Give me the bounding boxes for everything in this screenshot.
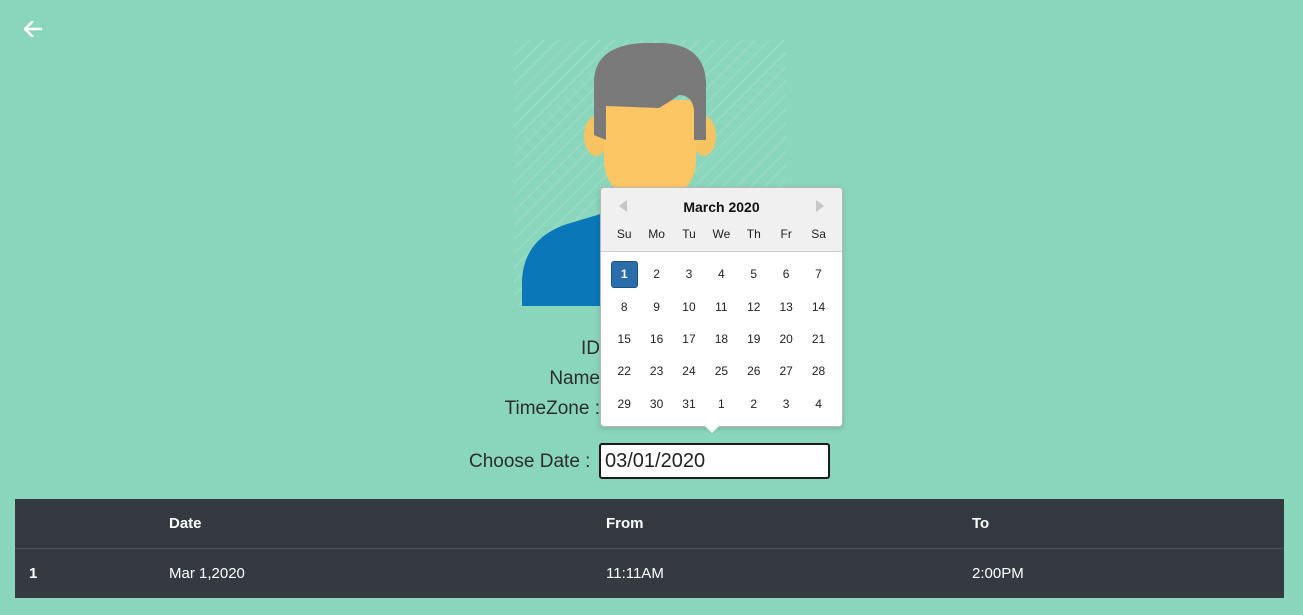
calendar-day[interactable]: 3 (673, 258, 705, 290)
calendar-week: 15 16 17 18 19 20 21 (608, 323, 835, 355)
calendar-day[interactable]: 9 (640, 290, 672, 322)
row-from: 11:11AM (606, 565, 664, 582)
calendar-day[interactable]: 16 (640, 323, 672, 355)
table-row: 1 Mar 1,2020 11:11AM 2:00PM (15, 549, 1284, 598)
calendar-week: 8 9 10 11 12 13 14 (608, 290, 835, 322)
calendar-day[interactable]: 26 (738, 355, 770, 387)
calendar-day[interactable]: 21 (802, 323, 834, 355)
name-label: Name (549, 368, 600, 389)
calendar-day[interactable]: 1 (705, 388, 737, 420)
calendar-day[interactable]: 17 (673, 323, 705, 355)
calendar-day[interactable]: 19 (738, 323, 770, 355)
calendar-day[interactable]: 14 (802, 290, 834, 322)
calendar-day[interactable]: 4 (705, 258, 737, 290)
weekday-label: We (712, 227, 731, 241)
calendar-day[interactable]: 11 (705, 290, 737, 322)
calendar-day[interactable]: 28 (802, 355, 834, 387)
calendar-grid: 1 2 3 4 5 6 7 8 9 10 11 12 13 14 15 16 17 18 19 20 21 22 23 24 2… (608, 258, 835, 420)
calendar-day[interactable]: 27 (770, 355, 802, 387)
row-date: Mar 1,2020 (169, 565, 245, 582)
calendar-day[interactable]: 18 (705, 323, 737, 355)
header-date: Date (169, 515, 202, 532)
calendar-day[interactable]: 3 (770, 388, 802, 420)
calendar-day[interactable]: 30 (640, 388, 672, 420)
calendar-day[interactable]: 6 (770, 258, 802, 290)
row-to: 2:00PM (972, 565, 1024, 582)
next-month-icon[interactable] (812, 198, 828, 214)
calendar-day[interactable]: 31 (673, 388, 705, 420)
id-label: ID (581, 338, 600, 359)
datepicker-popup: March 2020 Su Mo Tu We Th Fr Sa 12345678… (600, 187, 843, 427)
calendar-day[interactable]: 5 (738, 258, 770, 290)
weekday-label: Tu (682, 227, 696, 241)
calendar-day[interactable]: 10 (673, 290, 705, 322)
calendar-day[interactable]: 25 (705, 355, 737, 387)
calendar-week: 29 30 31 1 2 3 4 (608, 388, 835, 420)
choose-date-label: Choose Date : (469, 451, 591, 472)
calendar-week: 1234567 (608, 258, 835, 290)
weekday-label: Sa (811, 227, 826, 241)
calendar-day[interactable]: 1 (610, 260, 638, 288)
calendar-day[interactable]: 2 (640, 258, 672, 290)
datepicker-caret (704, 425, 720, 433)
weekday-row: Su Mo Tu We Th Fr Sa (608, 227, 835, 241)
date-input[interactable] (599, 443, 830, 479)
calendar-day[interactable]: 22 (608, 355, 640, 387)
datepicker-header: March 2020 Su Mo Tu We Th Fr Sa (601, 188, 842, 252)
calendar-week: 22 23 24 25 26 27 28 (608, 355, 835, 387)
row-index: 1 (29, 565, 38, 582)
calendar-day[interactable]: 20 (770, 323, 802, 355)
calendar-day[interactable]: 24 (673, 355, 705, 387)
calendar-day[interactable]: 29 (608, 388, 640, 420)
calendar-day[interactable]: 13 (770, 290, 802, 322)
weekday-label: Fr (780, 227, 792, 241)
back-arrow-icon[interactable] (22, 18, 44, 40)
calendar-day[interactable]: 8 (608, 290, 640, 322)
table-header: Date From To (15, 499, 1284, 549)
schedule-table: Date From To 1 Mar 1,2020 11:11AM 2:00PM (15, 499, 1284, 598)
header-to: To (972, 515, 990, 532)
calendar-day[interactable]: 2 (738, 388, 770, 420)
weekday-label: Th (746, 227, 761, 241)
timezone-label: TimeZone : (504, 398, 600, 419)
calendar-day[interactable]: 15 (608, 323, 640, 355)
weekday-label: Su (616, 227, 632, 241)
calendar-day[interactable]: 23 (640, 355, 672, 387)
calendar-day[interactable]: 7 (802, 258, 834, 290)
weekday-label: Mo (648, 227, 665, 241)
header-from: From (606, 515, 644, 532)
calendar-day[interactable]: 12 (738, 290, 770, 322)
month-title: March 2020 (683, 199, 760, 215)
calendar-day[interactable]: 4 (802, 388, 834, 420)
